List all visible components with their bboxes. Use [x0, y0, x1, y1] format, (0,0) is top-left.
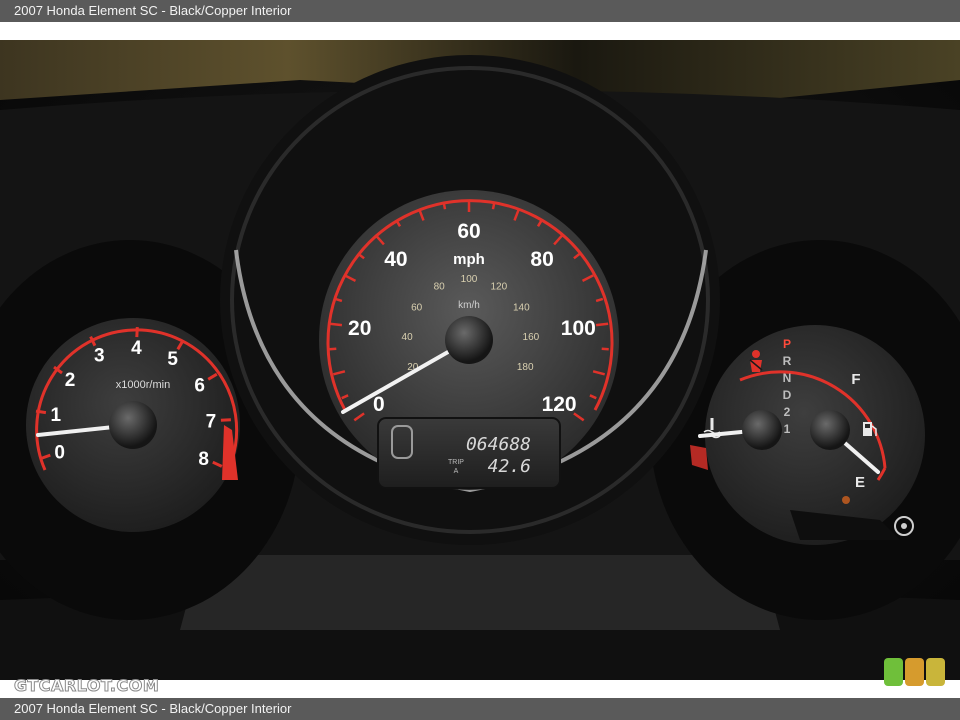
tachometer-tick [220, 418, 231, 422]
kmh-label-180: 180 [517, 362, 534, 373]
tachometer: 0 123 4 567 8 x1000r/min [26, 318, 240, 532]
tachometer-unit: x1000r/min [116, 379, 170, 391]
mph-label-60: 60 [457, 220, 480, 243]
kmh-unit-label: km/h [458, 300, 480, 311]
mph-unit-label: mph [453, 251, 485, 268]
mph-label-80: 80 [530, 248, 553, 271]
trip-label: TRIP [448, 459, 464, 466]
mph-label-100: 100 [561, 317, 596, 340]
color-swatches [884, 658, 945, 688]
mph-tick [491, 202, 496, 210]
gear-label-R: R [783, 354, 792, 368]
odometer-reading: 064688 [466, 434, 531, 455]
kmh-label-160: 160 [523, 332, 540, 343]
mph-tick [329, 347, 337, 351]
swatch-orange[interactable] [905, 658, 924, 686]
gear-label-P: P [783, 337, 791, 351]
caption-bottom: 2007 Honda Element SC - Black/Copper Int… [0, 698, 960, 720]
tachometer-label-8: 8 [198, 449, 209, 470]
caption-top: 2007 Honda Element SC - Black/Copper Int… [0, 0, 960, 22]
gear-label-2: 2 [784, 405, 791, 419]
fuel-full-label: F [851, 371, 860, 388]
kmh-label-60: 60 [411, 303, 423, 314]
swatch-yellow[interactable] [926, 658, 945, 686]
tachometer-label-4: 4 [131, 338, 142, 359]
gear-label-1: 1 [784, 422, 791, 436]
kmh-label-80: 80 [434, 282, 446, 293]
fuel-hub [810, 410, 850, 450]
dashboard-trim [180, 555, 780, 630]
trip-reading: 42.6 [488, 456, 531, 477]
mph-tick [601, 347, 609, 351]
tachometer-label-5: 5 [167, 349, 178, 370]
mph-label-0: 0 [373, 393, 385, 416]
kmh-label-120: 120 [490, 282, 507, 293]
instrument-cluster-photo: 012345678 x1000r/min 0 20 40 60 80 100 120 20 4… [0, 40, 960, 680]
mph-tick [595, 322, 609, 327]
tachometer-label-6: 6 [194, 376, 205, 397]
tachometer-hub [109, 401, 157, 449]
mph-tick [329, 322, 343, 327]
site-watermark: GTCARLOT.COM [13, 676, 160, 696]
mph-label-120: 120 [542, 393, 577, 416]
kmh-label-100: 100 [461, 274, 478, 285]
tachometer-label-3: 3 [94, 346, 105, 367]
kmh-label-40: 40 [402, 332, 414, 343]
gear-label-N: N [783, 371, 792, 385]
speedometer: 020406080100120 20406080100120140160180 … [319, 190, 619, 490]
mph-label-20: 20 [348, 317, 371, 340]
speedometer-hub [445, 316, 493, 364]
gear-label-D: D [783, 388, 792, 402]
tachometer-label-7: 7 [206, 412, 217, 433]
mph-label-40: 40 [384, 248, 407, 271]
tachometer-label-1: 1 [51, 405, 62, 426]
swatch-green[interactable] [884, 658, 903, 686]
kmh-label-140: 140 [513, 303, 530, 314]
mph-tick [442, 202, 447, 210]
temperature-hub [742, 410, 782, 450]
tachometer-tick [35, 409, 47, 415]
trip-sub-label: A [454, 468, 459, 475]
fuel-empty-label: E [855, 474, 865, 491]
odometer-display: 064688 TRIP A 42.6 [377, 417, 561, 489]
tachometer-label-0: 0 [54, 443, 65, 464]
tachometer-label-2: 2 [65, 370, 76, 391]
tachometer-tick [135, 327, 139, 338]
